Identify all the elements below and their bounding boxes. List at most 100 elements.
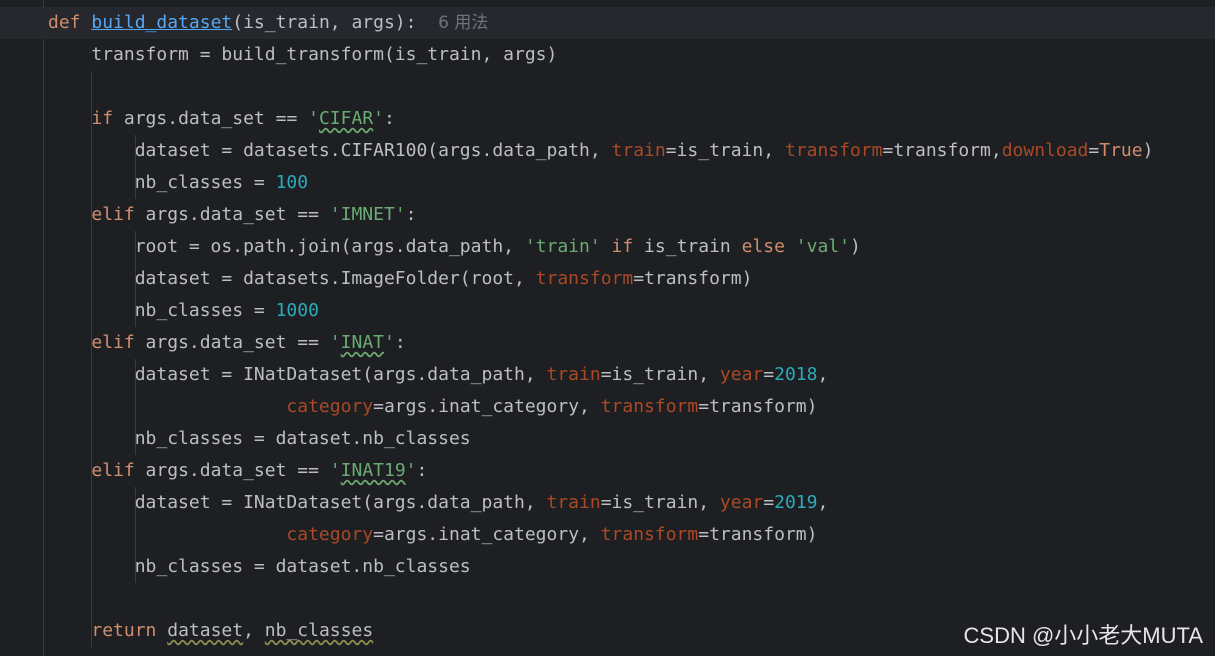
code-token: 2019 [774,492,818,513]
code-token: elif [91,204,135,225]
code-token: =transform) [698,524,818,545]
code-line[interactable]: nb_classes = dataset.nb_classes [48,423,1153,455]
code-token: ) [849,236,861,257]
code-token: transform [600,524,699,545]
code-line[interactable] [48,71,1153,103]
code-line[interactable]: nb_classes = 1000 [48,295,1153,327]
code-token: transform = build_transform(is_train, ar… [48,44,558,65]
code-token: args.data_set == [134,204,330,225]
code-token: nb_classes = [48,172,276,193]
code-token: ' [329,460,341,481]
code-token: dataset = datasets.CIFAR100(args.data_pa… [48,140,612,161]
code-line[interactable]: elif args.data_set == 'IMNET': [48,199,1153,231]
code-token: =is_train, [600,492,720,513]
code-token: transform [600,396,699,417]
code-token: def [48,12,92,33]
code-line[interactable]: dataset = datasets.ImageFolder(root, tra… [48,263,1153,295]
code-line[interactable]: def build_dataset(is_train, args): 6 用法 [48,7,1153,39]
code-area[interactable]: def build_dataset(is_train, args): 6 用法 … [48,7,1153,647]
code-token: = [763,364,775,385]
code-token: 2018 [774,364,818,385]
code-line[interactable]: category=args.inat_category, transform=t… [48,519,1153,551]
code-token: 1000 [275,300,319,321]
code-editor[interactable]: def build_dataset(is_train, args): 6 用法 … [0,0,1215,656]
code-token: ' [373,108,384,129]
code-token: dataset = datasets.ImageFolder(root, [48,268,536,289]
code-token: : [405,204,417,225]
code-line[interactable]: elif args.data_set == 'INAT': [48,327,1153,359]
code-token: 100 [275,172,309,193]
code-token: category [286,396,374,417]
code-line[interactable]: transform = build_transform(is_train, ar… [48,39,1153,71]
code-token: : [416,460,428,481]
code-line[interactable]: if args.data_set == 'CIFAR': [48,103,1153,135]
code-line[interactable]: category=args.inat_category, transform=t… [48,391,1153,423]
code-token: args.data_set == [113,108,309,129]
code-token: args.data_set == [134,332,330,353]
code-token: =transform) [633,268,753,289]
code-token: else [741,236,785,257]
code-token: dataset [167,620,244,641]
code-line[interactable]: root = os.path.join(args.data_path, 'tra… [48,231,1153,263]
code-line[interactable]: dataset = datasets.CIFAR100(args.data_pa… [48,135,1154,167]
code-token: transform [535,268,634,289]
code-token: year [719,492,764,513]
code-token: = [1088,140,1100,161]
code-token: train [546,364,601,385]
code-token: : [394,332,406,353]
code-token: elif [91,332,135,353]
code-token: 'val' [795,236,850,257]
code-token: transform [784,140,883,161]
code-token: =is_train, [665,140,785,161]
code-line[interactable]: nb_classes = dataset.nb_classes [48,551,1153,583]
code-token: build_dataset [91,12,233,33]
code-token: if [611,236,634,257]
code-token: =transform) [698,396,818,417]
code-line[interactable] [48,583,1153,615]
editor-gutter[interactable] [0,0,44,656]
code-line[interactable]: nb_classes = 100 [48,167,1153,199]
code-token: train [611,140,666,161]
code-line[interactable]: dataset = INatDataset(args.data_path, tr… [48,487,1153,519]
code-token: elif [91,460,135,481]
code-token: root = os.path.join(args.data_path, [48,236,525,257]
code-token: ' [384,332,395,353]
code-token: INAT19 [340,460,406,481]
code-token: ' [329,332,341,353]
code-token: is_train [633,236,742,257]
watermark-label: CSDN @小小老大MUTA [963,623,1203,648]
code-token: nb_classes = dataset.nb_classes [48,428,471,449]
code-token: download [1001,140,1089,161]
code-token: , [243,620,265,641]
code-token: CIFAR [318,108,374,129]
code-token: year [719,364,764,385]
code-line[interactable]: elif args.data_set == 'INAT19': [48,455,1153,487]
code-token: 'train' [524,236,601,257]
code-token: return [91,620,157,641]
code-token: ' [405,460,417,481]
code-token: 'IMNET' [329,204,406,225]
usage-hint[interactable]: 6 用法 [438,13,488,33]
code-token: args.data_set == [134,460,330,481]
code-token: : [384,108,395,129]
code-line[interactable]: dataset = INatDataset(args.data_path, tr… [48,359,1153,391]
code-token: ' [308,108,319,129]
code-token: nb_classes = dataset.nb_classes [48,556,471,577]
code-token: nb_classes [264,620,374,641]
code-token: , [817,364,829,385]
code-token: ) [1142,140,1154,161]
code-token: =args.inat_category, [373,524,601,545]
code-token: (is_train, args): [232,12,439,33]
code-token: category [286,524,374,545]
code-token: True [1099,140,1143,161]
